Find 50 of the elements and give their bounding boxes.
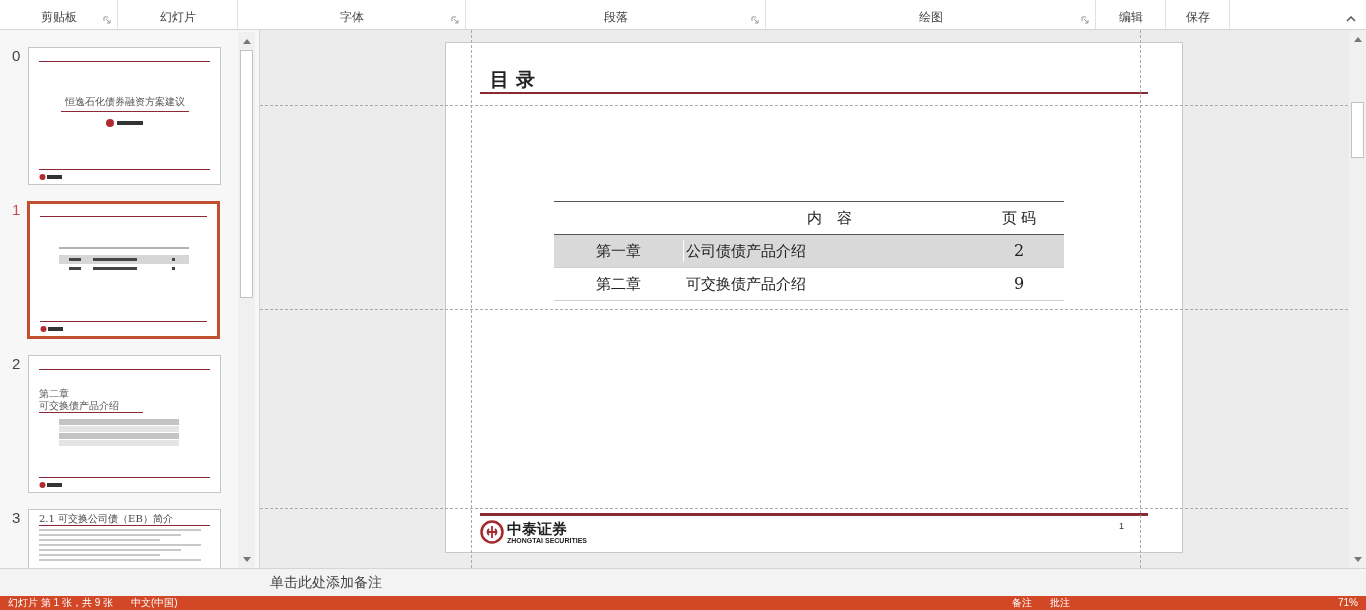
table-cell: 第二章 [554, 272, 684, 296]
notes-toggle[interactable]: 备注 [1012, 597, 1032, 609]
slide-number: 3 [11, 509, 22, 527]
dialog-launcher-icon[interactable] [103, 16, 111, 24]
scroll-thumb[interactable] [240, 50, 253, 298]
table-cell-text: 9 [1012, 273, 1026, 295]
slide-thumbnail[interactable]: 第二章 可交换债产品介绍 [28, 355, 221, 493]
ribbon-group-label: 编辑 [1118, 9, 1143, 26]
scrollbar[interactable] [1349, 30, 1366, 568]
comments-toggle[interactable]: 批注 [1050, 597, 1070, 609]
slide-thumbnail[interactable]: 恒逸石化债券融资方案建议 [28, 47, 221, 185]
page-number: 1 [1119, 520, 1124, 533]
ribbon-group-label: 绘图 [918, 9, 943, 26]
scrollbar[interactable] [238, 32, 255, 568]
ribbon-group-label: 字体 [339, 9, 364, 26]
slide-thumbnail[interactable]: 2.1 可交换公司债（EB）简介 [28, 509, 221, 568]
thumbnail-title: 2.1 可交换公司债（EB）简介 [38, 513, 174, 525]
slide-title: 目 录 [490, 68, 535, 90]
logo-icon [40, 325, 64, 333]
table-cell-text: 公司债债产品介绍 [685, 240, 807, 262]
zoom-level[interactable]: 71% [1338, 597, 1358, 609]
ribbon-group-label: 剪贴板 [40, 9, 77, 26]
ribbon-group-label: 幻灯片 [159, 9, 196, 26]
table-cell: 第一章 [554, 239, 684, 263]
slide-thumbnail[interactable] [27, 201, 220, 339]
logo-icon [39, 481, 63, 489]
logo-icon [480, 520, 504, 544]
slide-number: 1 [11, 201, 22, 219]
scroll-thumb[interactable] [1351, 102, 1364, 158]
notes-placeholder[interactable]: 单击此处添加备注 [270, 572, 382, 593]
dialog-launcher-icon[interactable] [451, 16, 459, 24]
ribbon-group-label: 保存 [1185, 9, 1210, 26]
slide-info: 幻灯片 第 1 张，共 9 张 [8, 597, 113, 609]
slide-number: 2 [11, 355, 22, 373]
table-cell-text: 2 [1012, 240, 1026, 262]
table-header: 内 容 [805, 207, 853, 229]
thumbnail-subtitle: 第二章 [39, 388, 70, 400]
logo-name: 中泰证券 [507, 520, 568, 537]
logo-icon [39, 173, 63, 181]
ribbon-group-label: 段落 [603, 9, 628, 26]
thumbnail-title: 恒逸石化债券融资方案建议 [64, 95, 185, 109]
logo-icon [104, 118, 145, 128]
language-indicator[interactable]: 中文(中国) [131, 597, 178, 609]
slide-number: 0 [11, 47, 22, 65]
thumbnail-title: 可交换债产品介绍 [39, 400, 143, 413]
table-header: 页 码 [1000, 207, 1038, 229]
collapse-ribbon-icon[interactable] [1346, 16, 1356, 22]
table-cell-text: 可交换债产品介绍 [685, 273, 807, 295]
dialog-launcher-icon[interactable] [1081, 16, 1089, 24]
dialog-launcher-icon[interactable] [751, 16, 759, 24]
